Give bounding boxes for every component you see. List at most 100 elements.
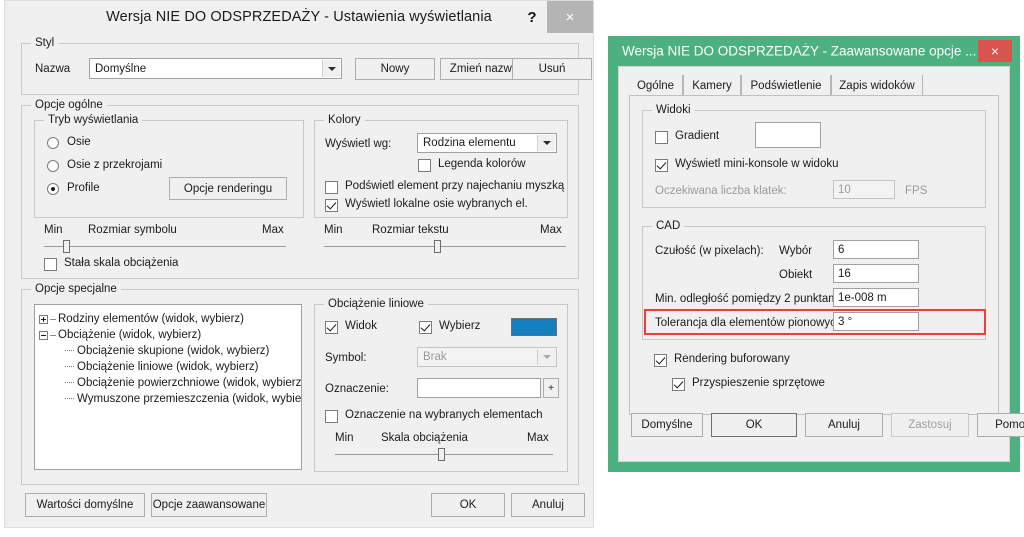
display-by-combo[interactable]: Rodzina elementu — [417, 133, 557, 153]
buffered-rendering-label: Rendering buforowany — [674, 353, 790, 365]
radio-profile[interactable] — [47, 183, 59, 195]
style-name-combo[interactable]: Domyślne — [89, 58, 342, 79]
line-load-symbol-value: Brak — [423, 351, 447, 363]
constant-load-scale-checkbox[interactable] — [44, 258, 57, 271]
tree-item[interactable]: Obciążenie (widok, wybierz) — [39, 327, 297, 343]
render-options-button[interactable]: Opcje renderingu — [169, 177, 287, 200]
tree-item[interactable]: Rodziny elementów (widok, wybierz) — [39, 311, 297, 327]
chevron-down-icon[interactable] — [537, 135, 555, 151]
load-scale-thumb[interactable] — [438, 448, 445, 461]
tree-item[interactable]: Obciążenie skupione (widok, wybierz) — [39, 343, 297, 359]
line-load-view-checkbox[interactable] — [325, 321, 338, 334]
hardware-acceleration-checkbox[interactable] — [672, 378, 685, 391]
symbol-slider-title: Rozmiar symbolu — [88, 224, 177, 236]
line-load-legend: Obciążenie liniowe — [324, 298, 428, 310]
tree-item[interactable]: Obciążenie liniowe (widok, wybierz) — [39, 359, 297, 375]
fps-label: Oczekiwana liczba klatek: — [655, 185, 787, 197]
left-titlebar-buttons: ? × — [517, 1, 593, 33]
min-distance-input[interactable]: 1e-008 m — [833, 288, 919, 307]
mini-console-checkbox[interactable] — [655, 159, 668, 172]
expand-plus-icon[interactable] — [39, 314, 48, 324]
symbol-slider-thumb[interactable] — [63, 240, 70, 253]
text-slider-track — [324, 246, 566, 247]
color-legend-label: Legenda kolorów — [438, 158, 526, 170]
tab-podswietlenie[interactable]: Podświetlenie — [741, 75, 831, 96]
tab-ogolne[interactable]: Ogólne — [629, 75, 683, 96]
advanced-options-button[interactable]: Opcje zaawansowane — [151, 493, 267, 517]
line-load-color-swatch[interactable] — [511, 318, 557, 336]
load-scale-slider[interactable] — [335, 446, 553, 464]
radio-osie-z-przekrojami[interactable] — [47, 160, 59, 172]
new-style-button[interactable]: Nowy — [355, 58, 435, 80]
highlight-hover-checkbox[interactable] — [325, 181, 338, 194]
special-options-tree[interactable]: Rodziny elementów (widok, wybierz) Obcią… — [34, 304, 302, 470]
gradient-checkbox[interactable] — [655, 131, 668, 144]
tree-item-label: Wymuszone przemieszczenia (widok, wybier… — [77, 393, 302, 405]
screen: Wersja NIE DO ODSPRZEDAŻY - Ustawienia w… — [0, 0, 1024, 537]
general-options-group: Opcje ogólne Tryb wyświetlania Osie Osie… — [21, 99, 579, 279]
buffered-rendering-checkbox[interactable] — [654, 354, 667, 367]
display-mode-group: Tryb wyświetlania Osie Osie z przekrojam… — [34, 114, 304, 218]
text-slider-min-label: Min — [324, 224, 343, 236]
views-legend: Widoki — [652, 104, 695, 116]
marking-on-selected-checkbox[interactable] — [325, 410, 338, 423]
fps-input[interactable]: 10 — [833, 180, 895, 199]
gradient-color-swatch[interactable] — [755, 122, 821, 148]
line-load-group: Obciążenie liniowe Widok Wybierz Symbol:… — [314, 298, 568, 472]
special-options-group: Opcje specjalne Rodziny elementów (widok… — [21, 283, 579, 485]
line-load-select-checkbox[interactable] — [419, 321, 432, 334]
line-load-add-button[interactable]: + — [543, 378, 559, 398]
general-options-legend: Opcje ogólne — [31, 99, 107, 111]
display-settings-dialog: Wersja NIE DO ODSPRZEDAŻY - Ustawienia w… — [4, 0, 594, 528]
close-icon[interactable]: × — [978, 40, 1012, 62]
tab-kamery[interactable]: Kamery — [683, 75, 741, 96]
text-size-slider[interactable] — [324, 238, 566, 256]
show-local-axes-label: Wyświetl lokalne osie wybranych el. — [345, 198, 528, 210]
left-titlebar[interactable]: Wersja NIE DO ODSPRZEDAŻY - Ustawienia w… — [5, 1, 593, 33]
line-load-marking-input[interactable] — [417, 378, 541, 398]
text-slider-max-label: Max — [540, 224, 562, 236]
tree-connector — [50, 334, 56, 336]
ok-button[interactable]: OK — [431, 493, 505, 517]
load-scale-min-label: Min — [335, 432, 354, 444]
right-titlebar[interactable]: Wersja NIE DO ODSPRZEDAŻY - Zaawansowane… — [608, 36, 1020, 66]
fps-unit-label: FPS — [905, 185, 928, 197]
chevron-down-icon[interactable] — [537, 349, 555, 365]
tree-item-label: Rodziny elementów (widok, wybierz) — [58, 313, 244, 325]
help-button[interactable]: Pomoc — [977, 413, 1024, 437]
right-ok-button[interactable]: OK — [711, 413, 797, 437]
defaults-button[interactable]: Wartości domyślne — [25, 493, 145, 517]
tolerance-input[interactable]: 3 ° — [833, 312, 919, 331]
right-cancel-button[interactable]: Anuluj — [805, 413, 883, 437]
text-slider-thumb[interactable] — [434, 240, 441, 253]
chevron-down-icon[interactable] — [322, 60, 340, 77]
cad-group: CAD Czułość (w pixelach): Wybór 6 Obiekt… — [642, 220, 986, 340]
tree-item[interactable]: Obciążenie powierzchniowe (widok, wybier… — [39, 375, 301, 391]
radio-osie[interactable] — [47, 137, 59, 149]
line-load-symbol-combo[interactable]: Brak — [417, 347, 557, 367]
help-icon[interactable]: ? — [517, 1, 547, 33]
tree-connector — [50, 318, 56, 320]
right-defaults-button[interactable]: Domyślne — [631, 413, 703, 437]
collapse-minus-icon[interactable] — [39, 330, 48, 340]
tab-bar: Ogólne Kamery Podświetlenie Zapis widokó… — [629, 75, 999, 96]
tree-item[interactable]: Wymuszone przemieszczenia (widok, wybier… — [39, 391, 301, 407]
sensitivity-object-input[interactable]: 16 — [833, 264, 919, 283]
sensitivity-selection-label: Wybór — [779, 245, 813, 257]
close-icon[interactable]: × — [547, 1, 593, 33]
color-legend-checkbox[interactable] — [418, 159, 431, 172]
symbol-slider-max-label: Max — [262, 224, 284, 236]
line-load-marking-label: Oznaczenie: — [325, 383, 389, 395]
tab-zapis-widokow[interactable]: Zapis widoków — [831, 75, 923, 96]
tree-item-label: Obciążenie powierzchniowe (widok, wybier… — [77, 377, 302, 389]
show-local-axes-checkbox[interactable] — [325, 199, 338, 212]
tree-connector — [65, 382, 74, 384]
symbol-size-slider[interactable] — [44, 238, 286, 256]
cad-legend: CAD — [652, 220, 685, 232]
radio-osie-label: Osie — [67, 136, 91, 148]
tree-connector — [65, 350, 74, 352]
delete-style-button[interactable]: Usuń — [512, 58, 592, 80]
sensitivity-selection-input[interactable]: 6 — [833, 240, 919, 259]
cancel-button[interactable]: Anuluj — [511, 493, 585, 517]
load-scale-max-label: Max — [527, 432, 549, 444]
